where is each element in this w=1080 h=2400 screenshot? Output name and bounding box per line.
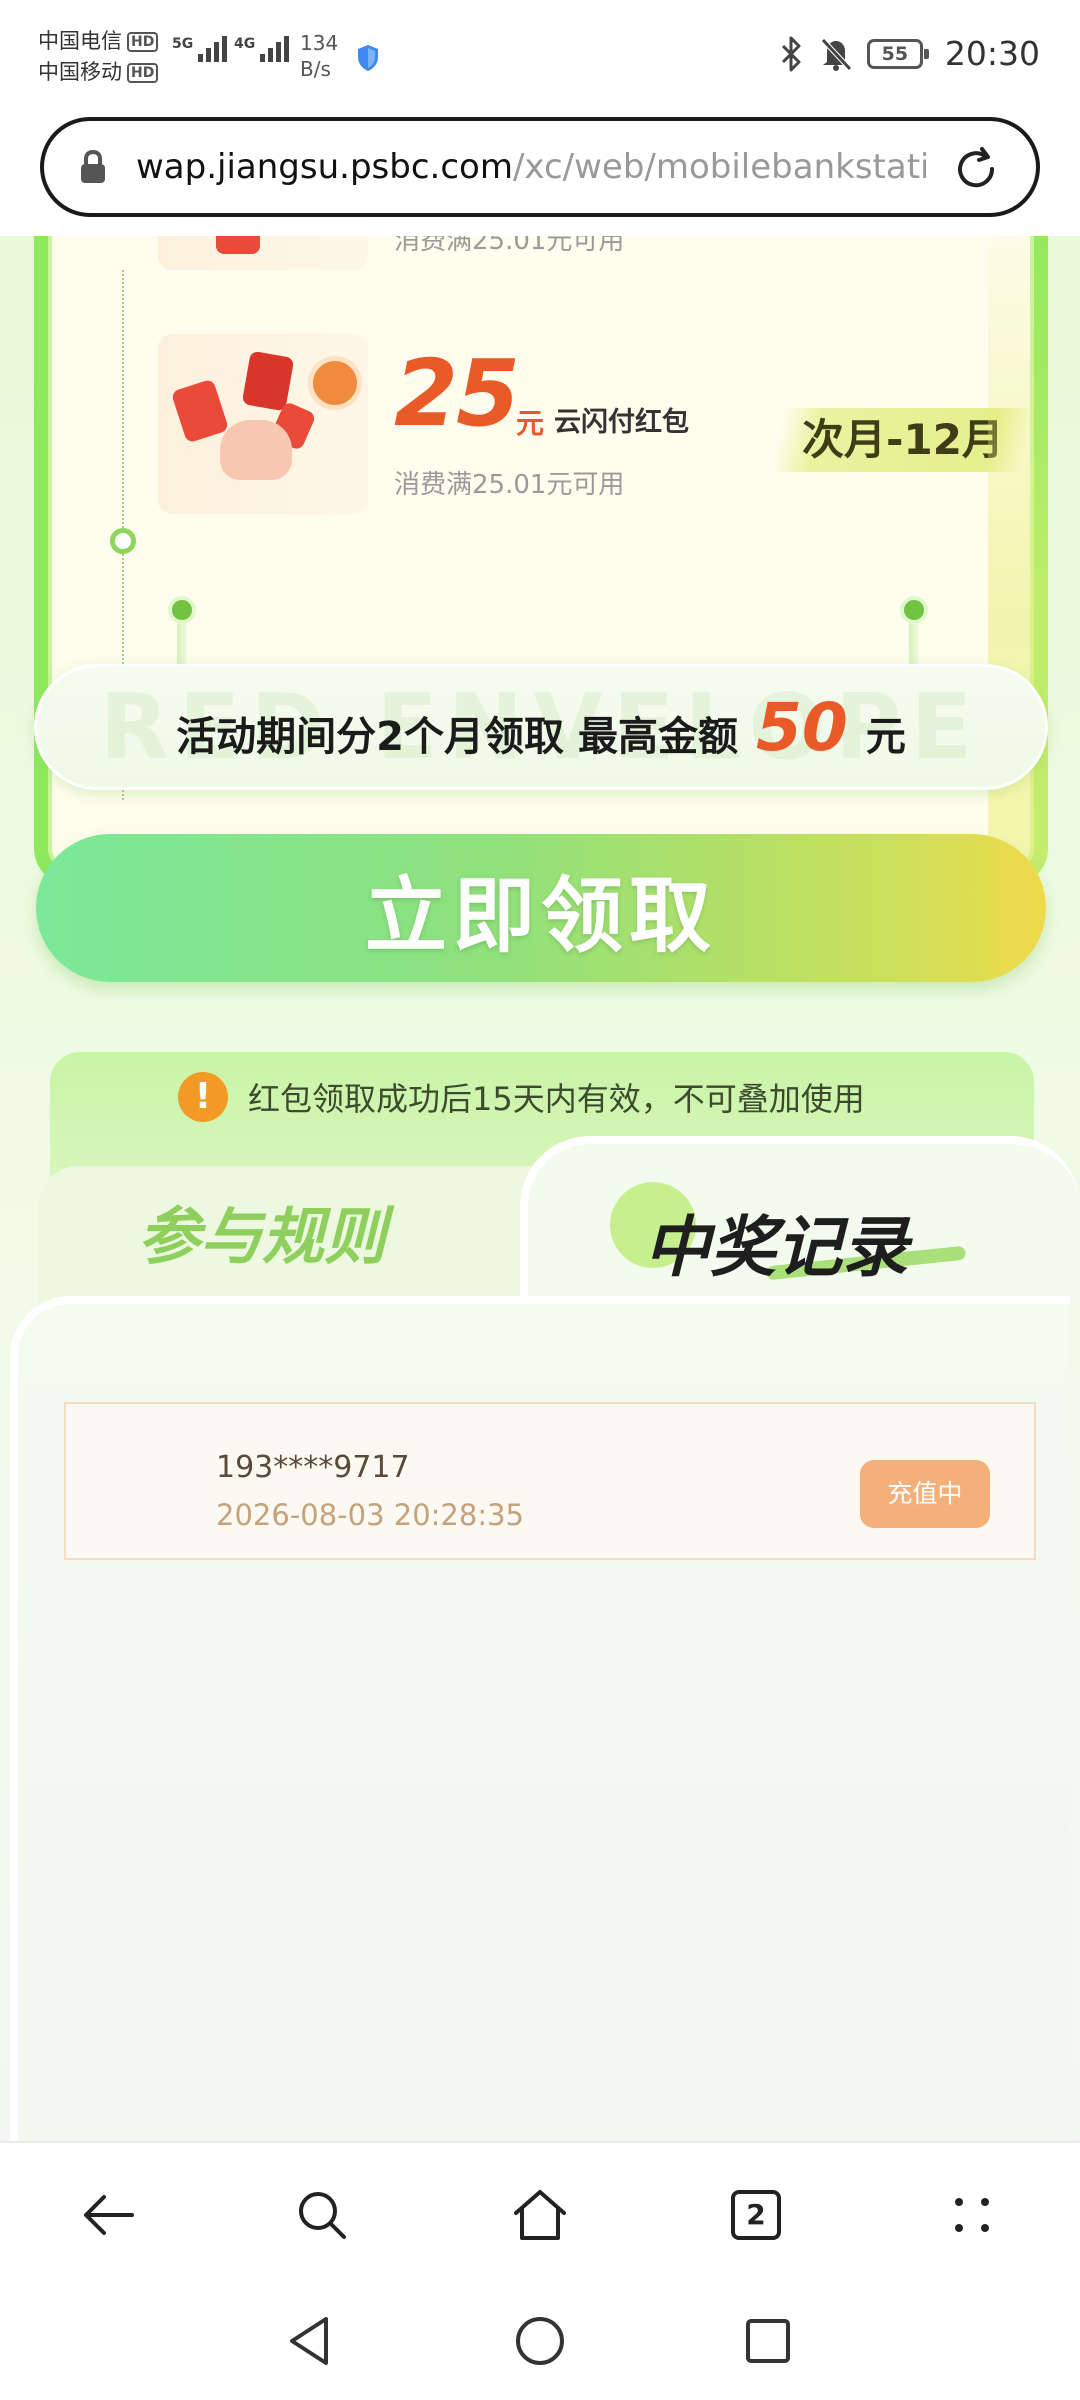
record-item: 193****9717 2026-08-03 20:28:35 充值中: [64, 1402, 1036, 1560]
url-bar[interactable]: wap.jiangsu.psbc.com/xc/web/mobilebankst…: [40, 117, 1040, 217]
prize-period-text: 次月-12月: [802, 415, 1004, 464]
status-right: 55 20:30: [779, 34, 1040, 73]
prize-name: 云闪付红包: [554, 407, 689, 438]
menu-dots-icon: [955, 2198, 989, 2232]
timeline-dot: [110, 528, 136, 554]
record-time: 2026-08-03 20:28:35: [216, 1498, 524, 1532]
hook-knob: [168, 596, 196, 624]
home-button[interactable]: [502, 2177, 578, 2253]
prize-amount: 25: [394, 340, 520, 447]
record-status-badge[interactable]: 充值中: [860, 1460, 990, 1528]
carrier-1-label: 中国电信: [38, 29, 122, 53]
notice-text: 红包领取成功后15天内有效，不可叠加使用: [248, 1080, 865, 1118]
system-nav-bar: [0, 2284, 1080, 2400]
carrier-2-label: 中国移动: [38, 60, 122, 84]
url-text[interactable]: wap.jiangsu.psbc.com/xc/web/mobilebankst…: [136, 147, 926, 187]
tab-count-icon: 2: [731, 2190, 781, 2240]
red-packet-image: [158, 236, 368, 270]
prize-unit: 元: [516, 407, 545, 440]
mute-bell-icon: [821, 37, 852, 71]
network-speed: 134 B/s: [300, 31, 339, 81]
hd-badge: HD: [127, 31, 159, 52]
claim-button-label: 立即领取: [364, 870, 717, 962]
tab-rules[interactable]: 参与规则: [138, 1186, 386, 1276]
search-icon: [299, 2192, 346, 2239]
search-button[interactable]: [284, 2177, 360, 2253]
nav-home-button[interactable]: [505, 2306, 575, 2376]
menu-button[interactable]: [934, 2177, 1010, 2253]
status-clock: 20:30: [944, 34, 1040, 73]
tab-strip: 参与规则 中奖记录: [0, 1136, 1080, 1306]
tab-records[interactable]: 中奖记录: [644, 1194, 908, 1290]
tabs-button[interactable]: 2: [718, 2177, 794, 2253]
activity-info-pill: RED ENVELOPE 活动期间分2个月领取 最高金额 50 元: [34, 664, 1048, 790]
max-amount: 50: [755, 688, 848, 766]
signal-4g-icon: 4G: [234, 36, 290, 62]
carrier-info: 中国电信 HD 中国移动 HD: [38, 26, 159, 88]
back-arrow-icon: [84, 2195, 134, 2235]
reload-icon[interactable]: [952, 145, 1000, 193]
prize-period-badge: 次月-12月: [770, 408, 1036, 472]
web-page: 消费满25.01元可用 25 元 云闪付红包 消费满25.01元可用 次月-12…: [0, 236, 1080, 2141]
hd-badge: HD: [127, 62, 159, 83]
max-amount-unit: 元: [865, 713, 906, 760]
nav-back-button[interactable]: [274, 2306, 344, 2376]
prize-condition: 消费满25.01元可用: [394, 470, 625, 500]
bluetooth-icon: [781, 36, 801, 71]
home-icon: [514, 2190, 566, 2240]
shield-icon: [358, 45, 378, 71]
red-packet-image: [158, 334, 368, 514]
warning-icon: !: [178, 1072, 228, 1122]
battery-indicator: 55: [866, 38, 929, 69]
records-panel: 193****9717 2026-08-03 20:28:35 充值中: [10, 1296, 1070, 2141]
url-path: /xc/web/mobilebankstatic: [512, 147, 926, 187]
hook-knob: [900, 596, 928, 624]
back-button[interactable]: [70, 2177, 146, 2253]
nav-recents-icon: [746, 2319, 790, 2363]
nav-recents-button[interactable]: [733, 2306, 803, 2376]
claim-now-button[interactable]: 立即领取: [36, 834, 1046, 982]
lock-icon: [81, 149, 105, 183]
activity-info-text: 活动期间分2个月领取 最高金额 50 元: [176, 689, 906, 766]
nav-back-icon: [290, 2317, 328, 2365]
prize-row: 25 元 云闪付红包 消费满25.01元可用 次月-12月: [158, 334, 1058, 514]
nav-home-icon: [516, 2317, 564, 2365]
prize-condition: 消费满25.01元可用: [394, 236, 625, 256]
status-bar: 中国电信 HD 中国移动 HD 5G 4G 134 B/s 55 20:30: [0, 0, 1080, 112]
signal-5g-icon: 5G: [172, 36, 228, 62]
browser-toolbar: 2: [0, 2141, 1080, 2284]
url-host: wap.jiangsu.psbc.com: [136, 147, 513, 187]
prize-row-partial: 消费满25.01元可用: [158, 236, 1058, 270]
record-phone: 193****9717: [216, 1450, 410, 1485]
info-description: 活动期间分2个月领取 最高金额: [176, 713, 738, 760]
